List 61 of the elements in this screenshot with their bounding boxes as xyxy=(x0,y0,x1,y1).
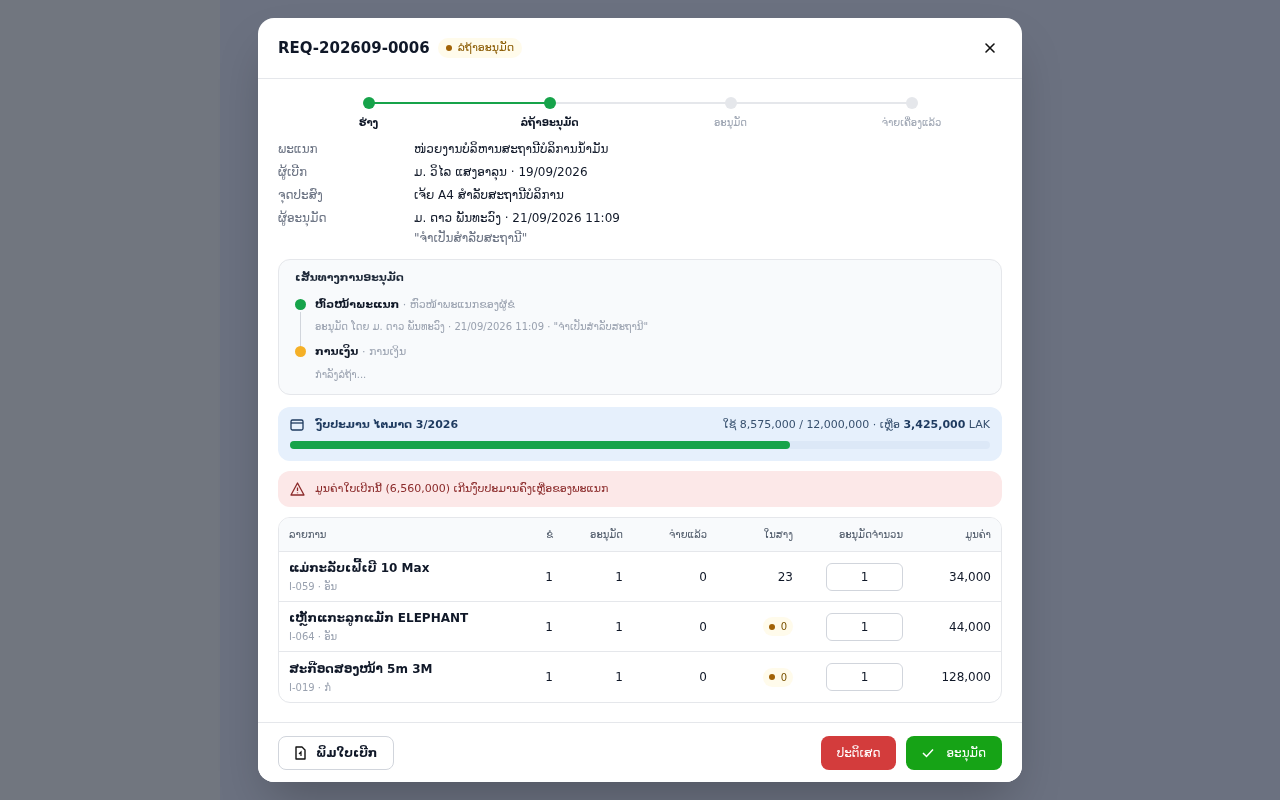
column-header: ຂໍ xyxy=(545,528,553,542)
table-cell-text: 0 xyxy=(698,618,707,636)
table-cell-text: 44,000 xyxy=(948,618,991,636)
quantity-field[interactable]: 1 xyxy=(826,612,903,641)
warning-icon xyxy=(290,482,305,496)
table-cell-text: 0 xyxy=(698,669,707,686)
column-header: ອະນຸມັດ xyxy=(589,527,623,542)
check-icon xyxy=(922,747,935,758)
column-header: ຈ່າຍແລ້ວ xyxy=(668,528,707,542)
close-icon xyxy=(984,42,996,54)
quantity-field[interactable]: 1 xyxy=(826,562,903,591)
detail-label: ຜູ້ເບີກ xyxy=(278,163,308,181)
detail-label: ພະແນກ xyxy=(278,141,319,158)
modal-title: REQ-202609-0006 xyxy=(278,37,430,59)
budget-title: ງົບປະມານ ໄຕມາດ 3/2026 xyxy=(316,416,459,433)
detail-value: ໜ່ວຍງານບໍລິຫານສະຖານີບໍລິການນ້ຳມັນ xyxy=(414,140,609,158)
stock-badge: 0 xyxy=(762,617,793,636)
table-cell-text: 0 xyxy=(698,568,707,586)
reject-button[interactable]: ປະຕິເສດ xyxy=(820,735,897,770)
step-label: ຮ່າງ xyxy=(358,116,379,130)
table-cell-text: 1 xyxy=(614,618,623,636)
column-header: ລາຍການ xyxy=(289,528,328,542)
document-icon xyxy=(295,745,306,760)
status-badge: ລໍຖ້າອະນຸມັດ xyxy=(437,37,523,59)
item-name: ແມ່ກະລັບເຟີ້ເບີ 10 Max xyxy=(289,559,513,577)
table-cell-text: 128,000 xyxy=(940,669,991,686)
item-code: I-059 · ອັນ xyxy=(289,579,339,594)
table-cell-text: 34,000 xyxy=(948,568,991,586)
quantity-field[interactable]: 1 xyxy=(826,663,903,691)
item-code: I-064 · ອັນ xyxy=(289,629,339,644)
detail-note: "ຈຳເປັນສຳລັບສະຖານີ" xyxy=(414,229,529,247)
approver-role: ການເງິນ · ການເງິນ xyxy=(315,344,407,360)
column-header: ອະນຸມັດຈຳນວນ xyxy=(837,527,903,542)
approver-role: ຫົວໜ້າພະແນກ · ຫົວໜ້າພະແນກຂອງຜູ້ຂໍ xyxy=(315,296,516,313)
table-cell-text: 23 xyxy=(777,568,793,586)
column-header: ໃນສາງ xyxy=(762,527,793,542)
item-name: ສະກ໊ອດສອງໜ້າ 5m 3M xyxy=(289,660,434,678)
column-header: ມູນຄ່າ xyxy=(964,528,991,542)
print-button[interactable]: ພິມໃບເບີກ xyxy=(278,735,395,770)
table-cell-text: 1 xyxy=(544,669,553,686)
detail-value: ມ. ວິໄລ ແສງອາລຸນ · 19/09/2026 xyxy=(414,163,588,181)
approval-detail: ກຳລັງລໍຖ້າ... xyxy=(315,367,368,382)
table-cell-text: 1 xyxy=(544,618,553,636)
stock-badge: 0 xyxy=(762,667,793,687)
warning-text: ມູນຄ່າໃບເບີກນີ້ (6,560,000) ເກີນງົບປະມານຄົງເຫຼືອຂອງພະແນກ xyxy=(315,480,609,497)
table-cell-text: 1 xyxy=(614,568,623,586)
detail-label: ຈຸດປະສົງ xyxy=(278,187,324,204)
wallet-icon xyxy=(290,418,304,432)
panel-title: ເສັ້ນທາງການອະນຸມັດ xyxy=(295,270,405,287)
table-cell-text: 1 xyxy=(544,568,553,586)
budget-summary: ໃຊ້ 8,575,000 / 12,000,000 · ເຫຼືອ 3,425,000 LAK xyxy=(722,416,990,433)
table-cell-text: 1 xyxy=(614,669,623,686)
detail-value: ເຈ້ຍ A4 ສຳລັບສະຖານີບໍລິການ xyxy=(414,186,564,204)
detail-label: ຜູ້ອະນຸມັດ xyxy=(278,209,328,229)
item-code: I-019 · ກໍ່ xyxy=(289,680,332,695)
item-name: ເຫຼັກແກະລູກແມັກ ELEPHANT xyxy=(289,609,470,627)
step-label: ອະນຸມັດ xyxy=(714,115,747,130)
step-label: ລໍຖ້າອະນຸມັດ xyxy=(520,115,579,130)
detail-value: ມ. ດາວ ພັນທະວົງ · 21/09/2026 11:09 xyxy=(414,210,620,227)
approval-detail: ອະນຸມັດ ໂດຍ ມ. ດາວ ພັນທະວົງ · 21/09/2026 11:09 · "ຈຳເປັນສຳລັບສະຖານີ" xyxy=(315,319,649,334)
step-label: ຈ່າຍເຄື່ອງແລ້ວ xyxy=(881,115,942,130)
